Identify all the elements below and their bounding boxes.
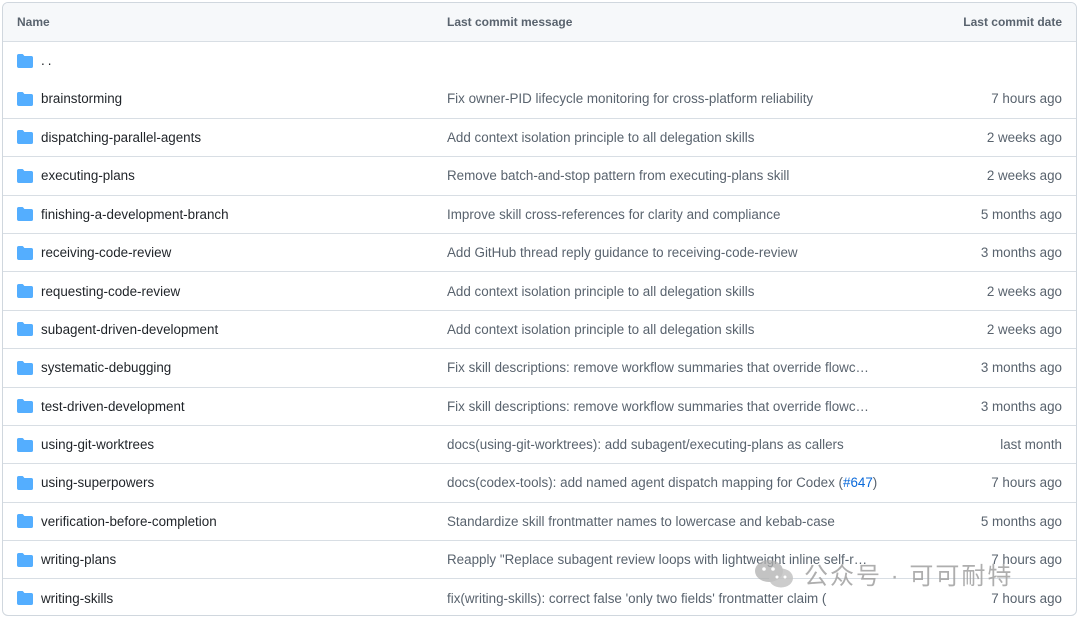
- commit-message-link[interactable]: docs(using-git-worktrees): add subagent/…: [447, 437, 844, 452]
- table-row[interactable]: test-driven-development Fix skill descrip…: [3, 386, 1076, 425]
- table-row[interactable]: finishing-a-development-branch Improve sk…: [3, 194, 1076, 233]
- table-row[interactable]: brainstorming Fix owner-PID lifecycle mon…: [3, 79, 1076, 117]
- folder-icon: [17, 284, 33, 299]
- commit-date: 5 months ago: [980, 513, 1062, 529]
- folder-name-link[interactable]: receiving-code-review: [41, 245, 171, 260]
- commit-message-link[interactable]: Add context isolation principle to all d…: [447, 322, 754, 337]
- commit-message-link[interactable]: Remove batch-and-stop pattern from execu…: [447, 168, 789, 183]
- commit-message-link[interactable]: Add GitHub thread reply guidance to rece…: [447, 245, 798, 260]
- commit-message-link[interactable]: Fix skill descriptions: remove workflow …: [447, 360, 869, 375]
- folder-name-link[interactable]: brainstorming: [41, 91, 122, 106]
- folder-name-link[interactable]: finishing-a-development-branch: [41, 207, 229, 222]
- table-row[interactable]: writing-skills fix(writing-skills): corre…: [3, 578, 1076, 615]
- commit-date: 7 hours ago: [991, 552, 1062, 568]
- table-row[interactable]: verification-before-completion Standardiz…: [3, 501, 1076, 540]
- folder-icon: [17, 245, 33, 260]
- folder-icon: [17, 322, 33, 337]
- file-table: Name Last commit message Last commit dat…: [2, 2, 1077, 616]
- folder-name-link[interactable]: subagent-driven-development: [41, 322, 218, 337]
- table-row[interactable]: subagent-driven-development Add context i…: [3, 309, 1076, 348]
- folder-icon: [17, 130, 33, 145]
- folder-icon: [17, 360, 33, 375]
- commit-message-link[interactable]: fix(writing-skills): correct false 'only…: [447, 591, 826, 606]
- table-row[interactable]: executing-plans Remove batch-and-stop pat…: [3, 156, 1076, 194]
- folder-icon: [17, 53, 33, 68]
- folder-name-link[interactable]: dispatching-parallel-agents: [41, 130, 201, 145]
- commit-date: 7 hours ago: [991, 91, 1062, 107]
- commit-message-link[interactable]: Standardize skill frontmatter names to l…: [447, 514, 835, 529]
- folder-name-link[interactable]: writing-skills: [41, 591, 113, 606]
- commit-message-link[interactable]: docs(codex-tools): add named agent dispa…: [447, 475, 843, 490]
- commit-date: 2 weeks ago: [986, 129, 1062, 145]
- commit-date: 7 hours ago: [991, 590, 1062, 606]
- table-row[interactable]: using-superpowers docs(codex-tools): add …: [3, 463, 1076, 501]
- folder-icon: [17, 91, 33, 106]
- parent-directory-link[interactable]: ..: [41, 53, 54, 68]
- commit-date: 2 weeks ago: [986, 168, 1062, 184]
- folder-name-link[interactable]: verification-before-completion: [41, 514, 217, 529]
- folder-name-link[interactable]: requesting-code-review: [41, 284, 180, 299]
- commit-message-link[interactable]: Add context isolation principle to all d…: [447, 130, 754, 145]
- folder-name-link[interactable]: test-driven-development: [41, 399, 185, 414]
- folder-icon: [17, 552, 33, 567]
- commit-date: 3 months ago: [980, 360, 1062, 376]
- folder-name-link[interactable]: using-superpowers: [41, 475, 154, 490]
- commit-date: 3 months ago: [980, 398, 1062, 414]
- commit-date: 3 months ago: [980, 245, 1062, 261]
- folder-icon: [17, 399, 33, 414]
- column-header-date: Last commit date: [963, 15, 1062, 29]
- folder-icon: [17, 207, 33, 222]
- commit-message-link[interactable]: Improve skill cross-references for clari…: [447, 207, 780, 222]
- folder-name-link[interactable]: systematic-debugging: [41, 360, 171, 375]
- folder-icon: [17, 514, 33, 529]
- commit-date: 7 hours ago: [991, 475, 1062, 491]
- folder-icon: [17, 591, 33, 606]
- commit-date: last month: [1000, 437, 1062, 453]
- commit-message-link[interactable]: Fix skill descriptions: remove workflow …: [447, 399, 869, 414]
- commit-message-link[interactable]: Reapply "Replace subagent review loops w…: [447, 552, 867, 567]
- folder-icon: [17, 475, 33, 490]
- folder-name-link[interactable]: using-git-worktrees: [41, 437, 154, 452]
- folder-icon: [17, 437, 33, 452]
- commit-date: 2 weeks ago: [986, 283, 1062, 299]
- parent-directory-row[interactable]: ..: [3, 41, 1076, 79]
- table-row[interactable]: requesting-code-review Add context isolat…: [3, 271, 1076, 309]
- table-row[interactable]: dispatching-parallel-agents Add context i…: [3, 117, 1076, 156]
- issue-link[interactable]: #647: [843, 475, 873, 490]
- folder-name-link[interactable]: writing-plans: [41, 552, 116, 567]
- column-header-name: Name: [17, 15, 50, 29]
- table-row[interactable]: using-git-worktrees docs(using-git-worktr…: [3, 424, 1076, 463]
- commit-message-link[interactable]: Add context isolation principle to all d…: [447, 284, 754, 299]
- table-row[interactable]: receiving-code-review Add GitHub thread r…: [3, 232, 1076, 271]
- table-row[interactable]: writing-plans Reapply "Replace subagent r…: [3, 540, 1076, 578]
- folder-icon: [17, 168, 33, 183]
- commit-message-link[interactable]: Fix owner-PID lifecycle monitoring for c…: [447, 91, 813, 106]
- column-header-message: Last commit message: [447, 15, 573, 29]
- table-row[interactable]: systematic-debugging Fix skill descriptio…: [3, 348, 1076, 386]
- commit-date: 5 months ago: [980, 206, 1062, 222]
- commit-date: 2 weeks ago: [986, 321, 1062, 337]
- commit-message-suffix: ): [872, 475, 878, 491]
- folder-name-link[interactable]: executing-plans: [41, 168, 135, 183]
- table-header: Name Last commit message Last commit dat…: [3, 3, 1076, 41]
